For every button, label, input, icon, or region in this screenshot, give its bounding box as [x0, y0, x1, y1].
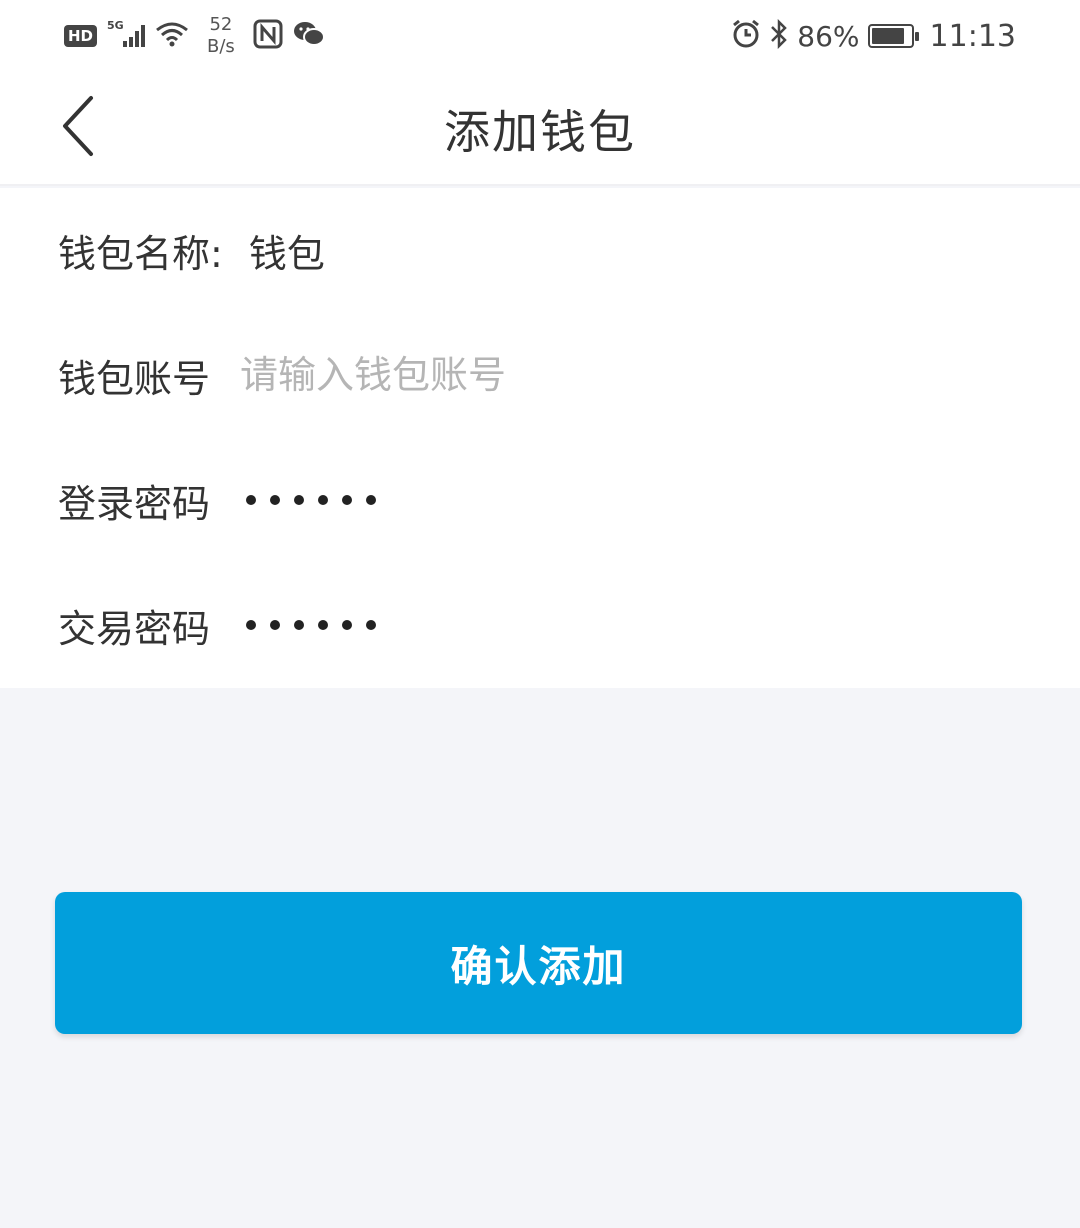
page-title: 添加钱包 — [444, 105, 636, 159]
password-dot — [270, 620, 281, 630]
password-dot — [342, 495, 353, 505]
nfc-icon — [253, 19, 283, 53]
password-dot — [366, 495, 377, 505]
wallet-account-label: 钱包账号 — [58, 356, 211, 401]
password-dot — [318, 620, 329, 630]
password-dot — [246, 495, 257, 505]
alarm-icon — [731, 19, 761, 53]
battery-percent: 86% — [797, 19, 860, 53]
password-dot — [270, 495, 281, 505]
confirm-add-button[interactable]: 确认添加 — [55, 892, 1022, 1034]
status-left: HD 5G 52 B/s — [64, 14, 325, 58]
network-speed-value: 52 — [209, 14, 233, 35]
network-speed: 52 B/s — [207, 14, 235, 58]
signal-bar — [141, 25, 146, 47]
transaction-password-row: 交易密码 — [58, 585, 1040, 665]
wechat-icon — [293, 20, 325, 52]
login-password-row: 登录密码 — [58, 460, 1040, 540]
bluetooth-icon — [769, 18, 789, 53]
transaction-password-field[interactable] — [246, 620, 377, 630]
network-speed-unit: B/s — [207, 36, 235, 57]
wallet-account-row: 钱包账号 — [58, 335, 1040, 415]
transaction-password-label: 交易密码 — [58, 606, 211, 651]
login-password-field[interactable] — [246, 495, 377, 505]
signal-bar — [123, 41, 128, 47]
password-dot — [246, 620, 257, 630]
wallet-form: 钱包名称: 钱包 钱包账号 登录密码 交易密码 — [0, 188, 1080, 688]
wallet-name-row: 钱包名称: 钱包 — [58, 210, 1040, 290]
wallet-name-label: 钱包名称: — [58, 231, 223, 276]
password-dot — [318, 495, 329, 505]
password-dot — [294, 620, 305, 630]
password-dot — [342, 620, 353, 630]
cellular-signal-icon: 5G — [107, 19, 146, 47]
login-password-label: 登录密码 — [58, 481, 211, 526]
wifi-icon — [155, 20, 189, 52]
network-type-label: 5G — [107, 19, 124, 32]
status-right: 86% 11:13 — [731, 14, 1016, 58]
nav-bar: 添加钱包 — [0, 70, 1080, 186]
password-dot — [294, 495, 305, 505]
wallet-account-input[interactable] — [240, 353, 941, 397]
confirm-add-label: 确认添加 — [450, 941, 627, 991]
signal-bar — [129, 37, 134, 47]
clock: 11:13 — [929, 18, 1016, 54]
hd-badge: HD — [64, 25, 98, 47]
status-bar: HD 5G 52 B/s 86% 11:13 — [0, 0, 1080, 70]
battery-level — [871, 28, 905, 44]
wallet-name-value: 钱包 — [248, 231, 325, 276]
password-dot — [366, 620, 377, 630]
signal-bar — [135, 31, 140, 47]
battery-icon — [867, 24, 919, 48]
